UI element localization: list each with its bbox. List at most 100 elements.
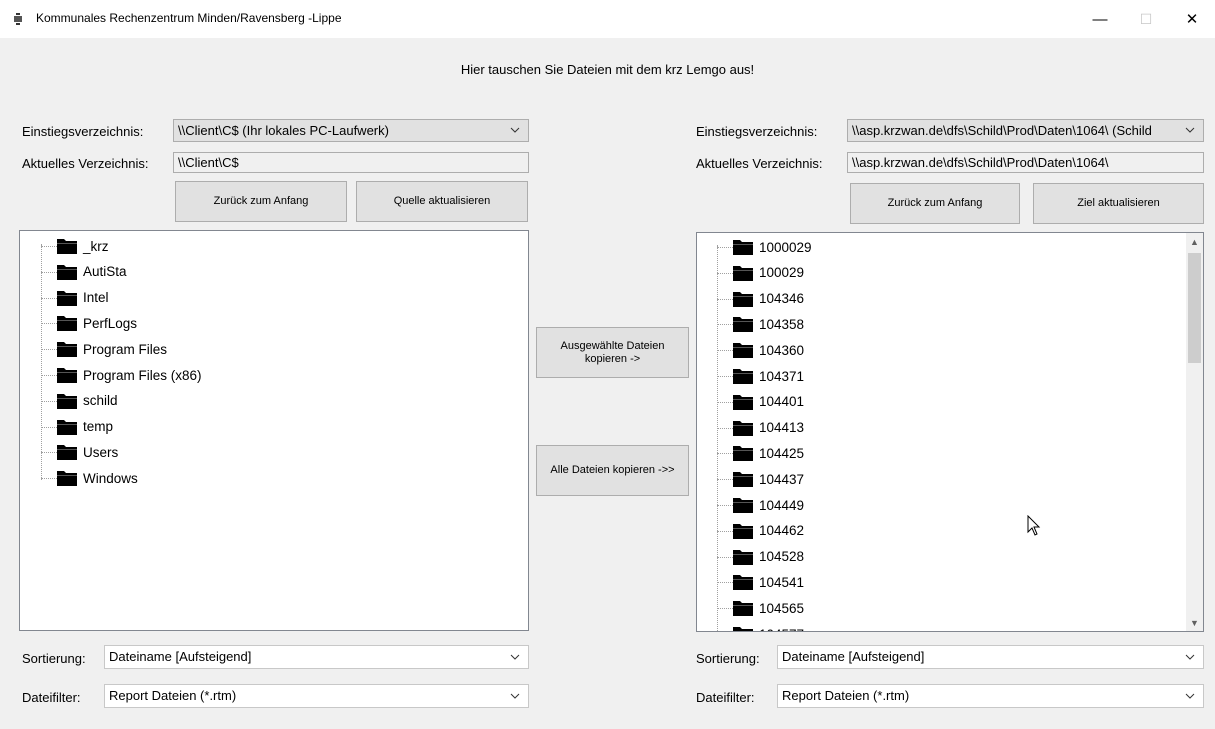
left-sort-value: Dateiname [Aufsteigend] bbox=[109, 649, 252, 664]
chevron-down-icon bbox=[1185, 127, 1195, 133]
right-refresh-button[interactable]: Ziel aktualisieren bbox=[1033, 183, 1204, 224]
folder-icon bbox=[57, 445, 77, 461]
folder-icon bbox=[733, 472, 753, 488]
right-sort-dropdown[interactable]: Dateiname [Aufsteigend] bbox=[777, 645, 1204, 669]
minimize-button[interactable]: — bbox=[1077, 0, 1123, 38]
tree-folder-label: 104449 bbox=[759, 497, 805, 513]
tree-line bbox=[717, 376, 733, 377]
tree-folder-label: 104371 bbox=[759, 368, 805, 384]
folder-icon bbox=[733, 291, 753, 307]
copy-selected-button[interactable]: Ausgewählte Dateien kopieren -> bbox=[536, 327, 689, 378]
copy-all-button[interactable]: Alle Dateien kopieren ->> bbox=[536, 445, 689, 496]
tree-folder-item[interactable]: 104358 bbox=[732, 313, 804, 335]
tree-line bbox=[717, 530, 733, 532]
folder-icon bbox=[57, 264, 77, 280]
tree-folder-item[interactable]: _krz bbox=[56, 235, 109, 257]
tree-line bbox=[717, 245, 718, 631]
tree-folder-item[interactable]: 104346 bbox=[732, 288, 804, 310]
tree-folder-label: 104577 bbox=[759, 627, 804, 632]
right-current-field[interactable]: \\asp.krzwan.de\dfs\Schild\Prod\Daten\10… bbox=[847, 152, 1204, 173]
folder-icon bbox=[733, 420, 753, 436]
left-refresh-button[interactable]: Quelle aktualisieren bbox=[356, 181, 528, 222]
left-filter-dropdown[interactable]: Report Dateien (*.rtm) bbox=[104, 684, 529, 708]
right-filter-value: Report Dateien (*.rtm) bbox=[782, 688, 910, 703]
tree-folder-label: 104360 bbox=[759, 342, 805, 358]
right-entry-label: Einstiegsverzeichnis: bbox=[696, 124, 818, 139]
left-entry-dropdown[interactable]: \\Client\C$ (Ihr lokales PC-Laufwerk) bbox=[173, 119, 529, 142]
tree-line bbox=[41, 478, 57, 480]
tree-folder-item[interactable]: PerfLogs bbox=[56, 312, 137, 334]
tree-folder-label: 104528 bbox=[759, 549, 805, 565]
close-button[interactable]: ✕ bbox=[1169, 0, 1215, 38]
tree-folder-label: _krz bbox=[83, 238, 109, 254]
chevron-down-icon bbox=[510, 693, 520, 699]
maximize-button[interactable]: ☐ bbox=[1123, 0, 1169, 38]
scrollbar-thumb[interactable] bbox=[1188, 253, 1201, 363]
left-back-button[interactable]: Zurück zum Anfang bbox=[175, 181, 347, 222]
tree-line bbox=[41, 246, 57, 247]
tree-folder-item[interactable]: Windows bbox=[56, 467, 138, 489]
tree-folder-label: PerfLogs bbox=[83, 315, 138, 331]
tree-line bbox=[41, 349, 57, 351]
right-back-button[interactable]: Zurück zum Anfang bbox=[850, 183, 1020, 224]
left-current-field[interactable]: \\Client\C$ bbox=[173, 152, 529, 173]
tree-folder-item[interactable]: 104541 bbox=[732, 571, 804, 593]
tree-folder-label: 104413 bbox=[759, 420, 805, 436]
window-title: Kommunales Rechenzentrum Minden/Ravensbe… bbox=[36, 11, 342, 25]
tree-folder-item[interactable]: 104577 bbox=[732, 623, 804, 632]
tree-folder-item[interactable]: 104371 bbox=[732, 365, 804, 387]
tree-folder-label: 104358 bbox=[759, 316, 805, 332]
mouse-pointer-icon bbox=[1027, 515, 1041, 536]
right-filter-dropdown[interactable]: Report Dateien (*.rtm) bbox=[777, 684, 1204, 708]
right-sort-value: Dateiname [Aufsteigend] bbox=[782, 649, 925, 664]
copy-selected-line2: kopieren -> bbox=[584, 352, 641, 365]
tree-folder-label: 104401 bbox=[759, 394, 805, 410]
tree-line bbox=[717, 427, 733, 429]
tree-folder-item[interactable]: 104462 bbox=[732, 520, 804, 542]
folder-icon bbox=[57, 368, 77, 383]
right-folder-tree[interactable]: ▲ ▼ 1000029 100029 104346 104358 104360 10437… bbox=[696, 232, 1204, 632]
tree-folder-item[interactable]: Intel bbox=[56, 287, 109, 309]
tree-line bbox=[41, 323, 57, 325]
right-entry-dropdown[interactable]: \\asp.krzwan.de\dfs\Schild\Prod\Daten\10… bbox=[847, 119, 1204, 142]
tree-folder-item[interactable]: schild bbox=[56, 390, 118, 412]
tree-folder-item[interactable]: AutiSta bbox=[56, 261, 127, 283]
tree-folder-item[interactable]: 104360 bbox=[732, 339, 804, 361]
tree-folder-label: 104346 bbox=[759, 291, 805, 307]
scroll-up-icon[interactable]: ▲ bbox=[1186, 233, 1203, 250]
tree-folder-item[interactable]: 100029 bbox=[732, 262, 804, 284]
app-icon bbox=[14, 13, 22, 25]
tree-folder-item[interactable]: temp bbox=[56, 416, 113, 438]
right-filter-label: Dateifilter: bbox=[696, 690, 755, 705]
scroll-down-icon[interactable]: ▼ bbox=[1186, 614, 1203, 631]
tree-folder-label: temp bbox=[83, 419, 114, 435]
tree-folder-label: 104541 bbox=[759, 574, 805, 590]
tree-folder-item[interactable]: 104437 bbox=[732, 468, 804, 490]
tree-folder-item[interactable]: 1000029 bbox=[732, 236, 812, 258]
tree-folder-item[interactable]: 104565 bbox=[732, 597, 804, 619]
left-filter-label: Dateifilter: bbox=[22, 690, 81, 705]
tree-line bbox=[41, 400, 57, 402]
folder-icon bbox=[57, 290, 77, 306]
tree-folder-label: Intel bbox=[83, 290, 109, 306]
right-entry-value: \\asp.krzwan.de\dfs\Schild\Prod\Daten\10… bbox=[852, 123, 1152, 138]
folder-icon bbox=[733, 498, 753, 513]
tree-folder-item[interactable]: Program Files (x86) bbox=[56, 364, 202, 386]
folder-icon bbox=[733, 601, 753, 617]
left-folder-tree[interactable]: _krz AutiSta Intel PerfLogs Program Files Pro… bbox=[19, 230, 529, 631]
tree-folder-item[interactable]: 104401 bbox=[732, 391, 804, 413]
tree-folder-item[interactable]: 104413 bbox=[732, 417, 804, 439]
left-sort-dropdown[interactable]: Dateiname [Aufsteigend] bbox=[104, 645, 529, 669]
tree-folder-label: 104437 bbox=[759, 471, 805, 487]
tree-folder-item[interactable]: 104528 bbox=[732, 546, 804, 568]
tree-folder-item[interactable]: Users bbox=[56, 441, 118, 463]
vertical-scrollbar[interactable]: ▲ ▼ bbox=[1186, 233, 1203, 631]
tree-line bbox=[717, 479, 733, 481]
tree-folder-item[interactable]: Program Files bbox=[56, 338, 167, 360]
tree-folder-item[interactable]: 104425 bbox=[732, 442, 804, 464]
tree-line bbox=[717, 247, 733, 248]
folder-icon bbox=[57, 393, 77, 409]
tree-line bbox=[41, 375, 57, 376]
folder-icon bbox=[733, 369, 753, 384]
tree-folder-item[interactable]: 104449 bbox=[732, 494, 804, 516]
